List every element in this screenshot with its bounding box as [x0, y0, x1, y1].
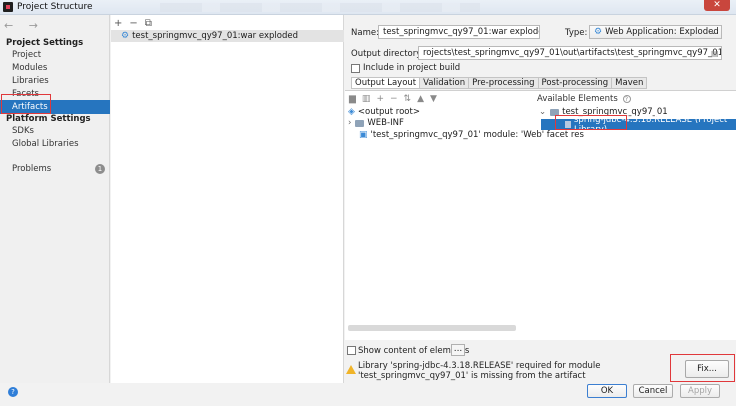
nav-item-project[interactable]: Project — [0, 48, 110, 62]
artifacts-toolbar: + − ⧉ — [114, 17, 152, 29]
close-window-button[interactable]: ✕ — [704, 0, 730, 11]
web-type-icon: ⚙ — [594, 27, 603, 37]
artifact-type-select[interactable]: ⚙ Web Application: Exploded ⌄ — [589, 25, 722, 39]
output-directory-value: rojects\test_springmvc_qy97_01\out\artif… — [423, 48, 721, 58]
name-label: Name: — [351, 28, 379, 38]
artifact-tabs: Output Layout Validation Pre-processing … — [351, 77, 648, 89]
browse-folder-icon[interactable]: ▤ — [711, 48, 721, 58]
chevron-down-icon: ⌄ — [709, 27, 717, 37]
sort-icon[interactable]: ⇅ — [404, 94, 412, 104]
dialog-footer: ? OK Cancel Apply — [0, 383, 736, 406]
fix-highlight-box — [670, 354, 735, 382]
library-highlight-box — [555, 115, 627, 130]
tab-maven[interactable]: Maven — [612, 77, 648, 89]
available-elements-label: Available Elements — [537, 94, 618, 104]
remove-artifact-icon[interactable]: − — [129, 18, 137, 29]
artifact-details: Name: test_springmvc_qy97_01:war explode… — [345, 15, 736, 391]
output-directory-label: Output directory: — [351, 49, 424, 59]
facet-resources-node[interactable]: ▣ 'test_springmvc_qy97_01' module: 'Web'… — [359, 130, 584, 140]
project-settings-header: Project Settings — [6, 38, 84, 48]
move-up-icon[interactable]: ▲ — [417, 94, 424, 104]
archive-icon[interactable]: ▥ — [362, 94, 371, 104]
settings-navigation: ← → Project Settings Project Modules Lib… — [0, 15, 110, 391]
nav-item-problems[interactable]: Problems 1 — [0, 162, 110, 176]
web-inf-node[interactable]: › WEB-INF — [348, 118, 404, 128]
cancel-button[interactable]: Cancel — [633, 384, 673, 398]
tab-validation[interactable]: Validation — [420, 77, 470, 89]
horizontal-scrollbar[interactable] — [348, 325, 516, 331]
copy-artifact-icon[interactable]: ⧉ — [145, 18, 152, 29]
remove-element-icon[interactable]: − — [390, 94, 398, 104]
tab-pre-processing[interactable]: Pre-processing — [469, 77, 539, 89]
tab-output-layout[interactable]: Output Layout — [351, 77, 421, 89]
problems-label: Problems — [12, 164, 52, 174]
forward-arrow-icon[interactable]: → — [29, 19, 44, 32]
facet-resource-icon: ▣ — [359, 130, 368, 140]
help-icon[interactable]: ? — [8, 387, 18, 397]
title-bar: Project Structure ✕ — [0, 0, 736, 15]
folder-icon — [355, 119, 365, 127]
show-content-options-button[interactable]: ... — [451, 344, 465, 356]
output-root-label: <output root> — [357, 107, 420, 117]
nav-item-global-libraries[interactable]: Global Libraries — [0, 137, 110, 151]
artifacts-list-pane: + − ⧉ ⚙ test_springmvc_qy97_01:war explo… — [111, 15, 344, 391]
expand-chevron-icon[interactable]: › — [348, 118, 351, 128]
add-element-icon[interactable]: + — [376, 94, 384, 104]
output-root-icon: ◈ — [348, 107, 355, 117]
web-inf-label: WEB-INF — [367, 118, 404, 128]
history-arrows: ← → — [4, 19, 44, 32]
missing-library-warning: Library 'spring-jdbc-4.3.18.RELEASE' req… — [358, 361, 601, 381]
available-elements-header: Available Elements ? — [537, 94, 631, 104]
include-in-build-checkbox[interactable] — [351, 64, 360, 73]
new-directory-icon[interactable]: ▆ — [349, 94, 356, 104]
artifact-name-input[interactable]: test_springmvc_qy97_01:war exploded — [378, 25, 540, 39]
output-root-node[interactable]: ◈ <output root> — [348, 107, 420, 117]
apply-button[interactable]: Apply — [680, 384, 720, 398]
artifact-item-label: test_springmvc_qy97_01:war exploded — [132, 31, 298, 41]
problems-count-badge: 1 — [95, 164, 105, 174]
ok-button[interactable]: OK — [587, 384, 627, 398]
nav-item-sdks[interactable]: SDKs — [0, 124, 110, 138]
add-artifact-icon[interactable]: + — [114, 18, 122, 29]
nav-item-modules[interactable]: Modules — [0, 61, 110, 75]
collapse-chevron-icon[interactable]: ⌄ — [539, 107, 546, 117]
web-artifact-icon: ⚙ — [121, 31, 130, 41]
type-select-value: Web Application: Exploded — [605, 27, 719, 37]
nav-item-libraries[interactable]: Libraries — [0, 74, 110, 88]
warning-icon — [346, 365, 356, 374]
layout-toolbar: ▆ ▥ + − ⇅ ▲ ▼ — [349, 94, 437, 104]
window-title: Project Structure — [17, 2, 93, 12]
output-directory-input[interactable]: rojects\test_springmvc_qy97_01\out\artif… — [418, 46, 722, 60]
intellij-app-icon — [3, 2, 13, 12]
artifact-list-item[interactable]: ⚙ test_springmvc_qy97_01:war exploded — [111, 30, 344, 42]
include-in-build-label: Include in project build — [363, 63, 461, 73]
platform-settings-header: Platform Settings — [6, 114, 91, 124]
move-down-icon[interactable]: ▼ — [430, 94, 437, 104]
output-layout-panel: ▆ ▥ + − ⇅ ▲ ▼ ◈ <output root> › WEB-INF … — [345, 90, 736, 340]
background-window-tabs — [160, 3, 480, 12]
tab-post-processing[interactable]: Post-processing — [538, 77, 613, 89]
artifacts-highlight-box — [1, 94, 51, 114]
help-question-icon[interactable]: ? — [622, 95, 631, 103]
show-content-checkbox[interactable] — [347, 346, 356, 355]
type-label: Type: — [565, 28, 588, 38]
back-arrow-icon[interactable]: ← — [4, 19, 19, 32]
facet-resources-label: 'test_springmvc_qy97_01' module: 'Web' f… — [370, 130, 584, 140]
